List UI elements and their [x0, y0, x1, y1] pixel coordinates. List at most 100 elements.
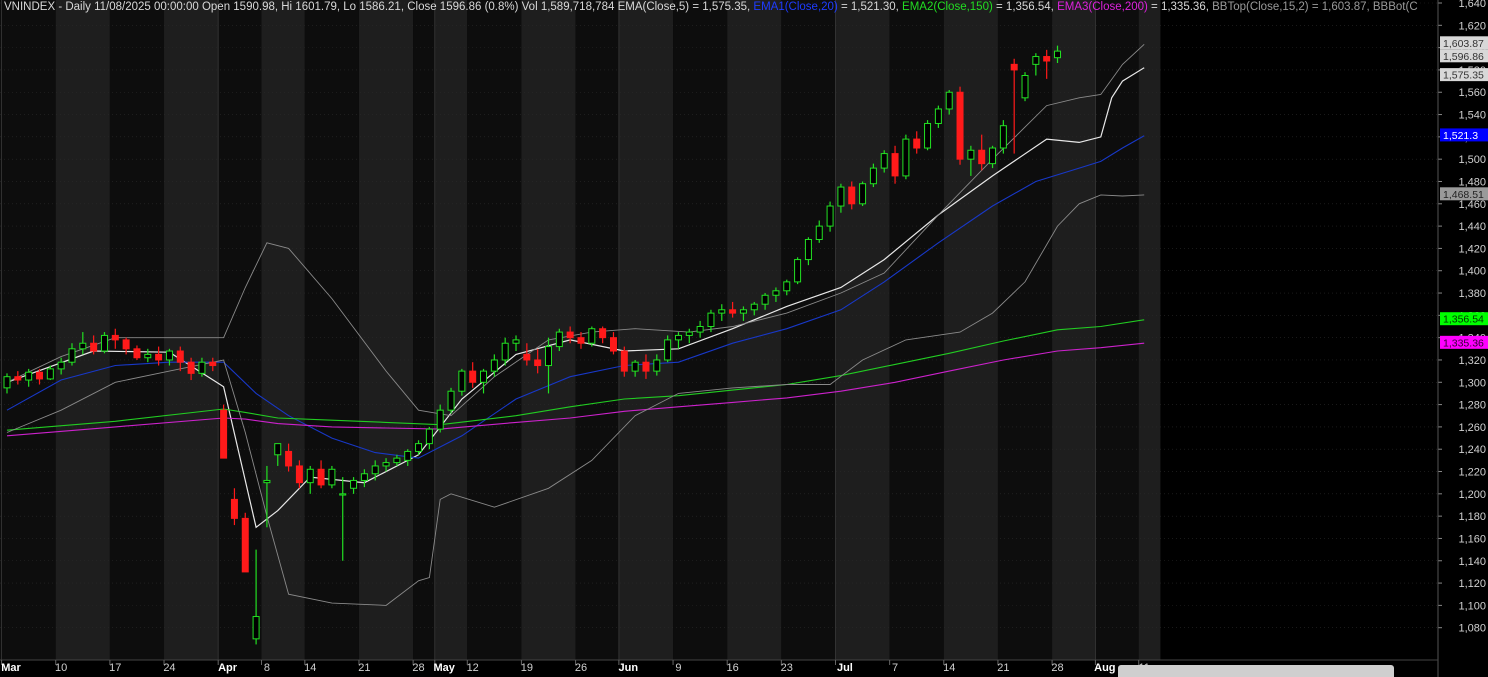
candle-body [869, 167, 877, 185]
y-tick-label: 1,220 [1458, 467, 1486, 479]
candle-body [404, 450, 412, 461]
candle-body [523, 353, 531, 361]
value-tag: 1,521.3 [1440, 128, 1488, 142]
candle-body [772, 290, 780, 296]
candle-body [750, 303, 758, 311]
candle-body [967, 149, 975, 160]
candle [664, 335, 672, 363]
ema1-legend-name: EMA1(Close,20) [753, 1, 838, 13]
candle-body [826, 205, 834, 227]
x-tick-label: Jun [619, 662, 639, 674]
candle-body [794, 259, 802, 283]
x-tick-label: Aug [1094, 662, 1115, 674]
y-tick-label: 1,560 [1458, 87, 1486, 99]
x-tick-label: 8 [264, 662, 270, 674]
y-tick-label: 1,280 [1458, 400, 1486, 412]
candle-body [220, 409, 228, 459]
candle-body [252, 616, 260, 640]
candle-body [588, 328, 596, 344]
y-tick-label: 1,260 [1458, 422, 1486, 434]
symbol-label: VNINDEX [4, 1, 56, 13]
candle [328, 465, 336, 489]
candle-body [350, 479, 358, 489]
candle-body [425, 428, 433, 445]
candle-body [90, 342, 98, 352]
candle [588, 326, 596, 347]
ema3-legend-name: EMA3(Close,200) [1057, 1, 1148, 13]
candle-body [989, 147, 997, 165]
y-tick-label: 1,120 [1458, 578, 1486, 590]
bbbot-legend: BBBot(C [1372, 1, 1418, 13]
candle-body [653, 359, 661, 372]
y-tick-label: 1,440 [1458, 221, 1486, 233]
x-tick-label: Mar [1, 662, 21, 674]
ema1-legend-value: = 1,521.30, [837, 1, 903, 13]
x-tick-label: 24 [163, 662, 175, 674]
candle [924, 120, 932, 151]
bar-info: - Daily 11/08/2025 00:00:00 Open 1590.98… [55, 1, 618, 13]
candle [1021, 72, 1029, 102]
chart-window: 1,080 1,100 1,120 1,140 1,160 1,180 1,200 1,220… [0, 0, 1488, 677]
y-tick-label: 1,200 [1458, 489, 1486, 501]
value-tag: 1,468.51 [1440, 187, 1488, 201]
candle-body [122, 339, 130, 350]
value-tag: 1,575.35 [1440, 68, 1488, 82]
candle [458, 368, 466, 396]
candle-body [945, 91, 953, 110]
value-tag-label: 1,521.3 [1443, 130, 1478, 142]
candle-body [382, 462, 390, 467]
scrollbar-thumb[interactable] [1118, 665, 1394, 677]
candle-body [68, 348, 76, 363]
candle-body [718, 309, 726, 314]
candle-body [480, 370, 488, 383]
candle-body [295, 465, 303, 484]
value-tag: 1,356.54 [1440, 312, 1488, 326]
week-band [358, 0, 414, 660]
candle-body [209, 361, 217, 367]
y-tick-label: 1,300 [1458, 377, 1486, 389]
candle-body [187, 361, 195, 374]
y-tick-label: 1,640 [1458, 0, 1486, 10]
candle-body [1010, 63, 1018, 71]
x-tick-label: 28 [412, 662, 424, 674]
value-tag: 1,603.87 [1440, 36, 1488, 50]
candle-body [14, 376, 22, 381]
candle-body [902, 138, 910, 177]
x-tick-label: 19 [521, 662, 533, 674]
candle-body [1021, 75, 1029, 99]
y-tick-label: 1,620 [1458, 20, 1486, 32]
y-tick-label: 1,500 [1458, 154, 1486, 166]
price-chart[interactable]: 1,080 1,100 1,120 1,140 1,160 1,180 1,200 1,220… [0, 0, 1488, 677]
candle-body [415, 443, 423, 452]
candle-body [306, 468, 314, 484]
candle-body [729, 309, 737, 314]
value-tag-label: 1,335.36 [1443, 337, 1484, 349]
candle-body [696, 326, 704, 333]
candle-body [545, 346, 552, 367]
candle-body [79, 342, 87, 350]
candle-body [815, 225, 823, 240]
y-tick-label: 1,400 [1458, 266, 1486, 278]
candle-body [490, 359, 498, 372]
candle [859, 181, 867, 207]
y-tick-label: 1,540 [1458, 110, 1486, 122]
x-tick-label: May [433, 662, 455, 674]
y-tick-label: 1,380 [1458, 288, 1486, 300]
candle-body [3, 376, 11, 389]
candle-body [371, 465, 379, 475]
y-tick-label: 1,240 [1458, 444, 1486, 456]
value-tag-label: 1,603.87 [1443, 38, 1484, 50]
candle-body [241, 517, 249, 573]
candle-body [339, 493, 347, 496]
candle-body [1032, 56, 1040, 65]
candle-body [674, 334, 682, 341]
candle-body [859, 183, 867, 205]
candle-body [230, 498, 238, 519]
candle-body [577, 337, 585, 344]
y-tick-label: 1,080 [1458, 623, 1486, 635]
candle-body [534, 359, 542, 367]
candle-body [155, 353, 163, 361]
candle-body [436, 409, 444, 430]
x-tick-label: 7 [892, 662, 898, 674]
candle-body [913, 138, 921, 149]
